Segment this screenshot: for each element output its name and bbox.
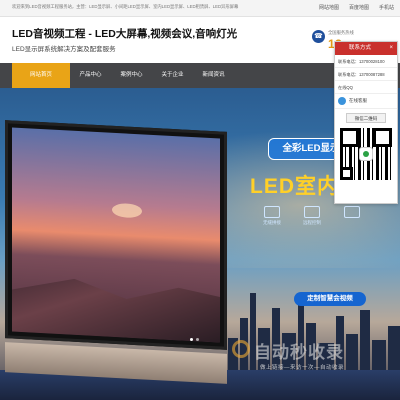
watermark: 自动秒收录 做上链接—来访一次—自动收录 [232, 338, 392, 378]
sitemap-link[interactable]: 网站地图 [319, 4, 339, 11]
close-icon[interactable]: × [389, 42, 393, 55]
contact-phone: 联系电话：13700028100 [335, 55, 397, 68]
carousel-dot[interactable] [196, 338, 199, 341]
welcome-text: 欢迎来到LED音视频工程服务站，主营：LED显示屏、小间距LED显示屏、室内LE… [12, 4, 239, 9]
wechat-qr-button[interactable]: 微信二维码 [346, 113, 386, 123]
baidu-map-link[interactable]: 百度地图 [349, 4, 369, 11]
feature-row: 无缝拼接 远程控制 [258, 206, 366, 226]
site-title[interactable]: LED音视频工程 - LED大屏幕,视频会议,音响灯光 [12, 26, 237, 41]
top-bar: 欢迎来到LED音视频工程服务站，主营：LED显示屏、小间距LED显示屏、室内LE… [0, 0, 400, 17]
feature-extra [338, 206, 366, 226]
qq-service-link[interactable]: 在线客服 [335, 94, 397, 109]
contact-panel: 联系方式 × 联系电话：13700028100 联系电话：13700087288… [334, 41, 398, 204]
feature-remote: 远程控制 [298, 206, 326, 226]
feature-seamless: 无缝拼接 [258, 206, 286, 226]
nav-item-products[interactable]: 产品中心 [70, 63, 111, 88]
watermark-logo-icon [232, 340, 250, 358]
contact-panel-title: 联系方式 [349, 45, 372, 51]
contact-panel-header: 联系方式 × [335, 42, 397, 55]
contact-mobile: 联系电话：13700087288 [335, 68, 397, 81]
contact-qq-label: 在线QQ [335, 81, 397, 94]
screen-icon [264, 206, 280, 218]
nav-item-news[interactable]: 新闻资讯 [193, 63, 234, 88]
phone-icon: ☎ [312, 30, 325, 43]
cta-button[interactable]: 定制智慧会视频 [294, 292, 366, 306]
qr-code-image [340, 128, 392, 180]
display-icon [344, 206, 360, 218]
mobile-site-link[interactable]: 手机站 [379, 4, 394, 11]
nav-item-cases[interactable]: 案例中心 [111, 63, 152, 88]
carousel-dot[interactable] [190, 338, 193, 341]
watermark-text: 自动秒收录 [254, 343, 344, 362]
led-display-image [5, 120, 227, 350]
nav-item-home[interactable]: 网站首页 [12, 63, 70, 88]
site-subtitle: LED显示屏系统解决方案及配套服务 [12, 46, 116, 53]
carousel-dots [190, 338, 199, 341]
nav-item-about[interactable]: 关于企业 [152, 63, 193, 88]
cta-label: 定制智慧会视频 [307, 295, 353, 302]
qq-icon [338, 97, 346, 105]
remote-icon [304, 206, 320, 218]
top-links: 网站地图 百度地图 手机站 [319, 4, 394, 11]
watermark-subtext: 做上链接—来访一次—自动收录 [260, 365, 345, 371]
wechat-icon [359, 147, 373, 161]
hotline-label: 全国服务热线 [328, 30, 354, 35]
qq-service-label: 在线客服 [349, 98, 367, 103]
